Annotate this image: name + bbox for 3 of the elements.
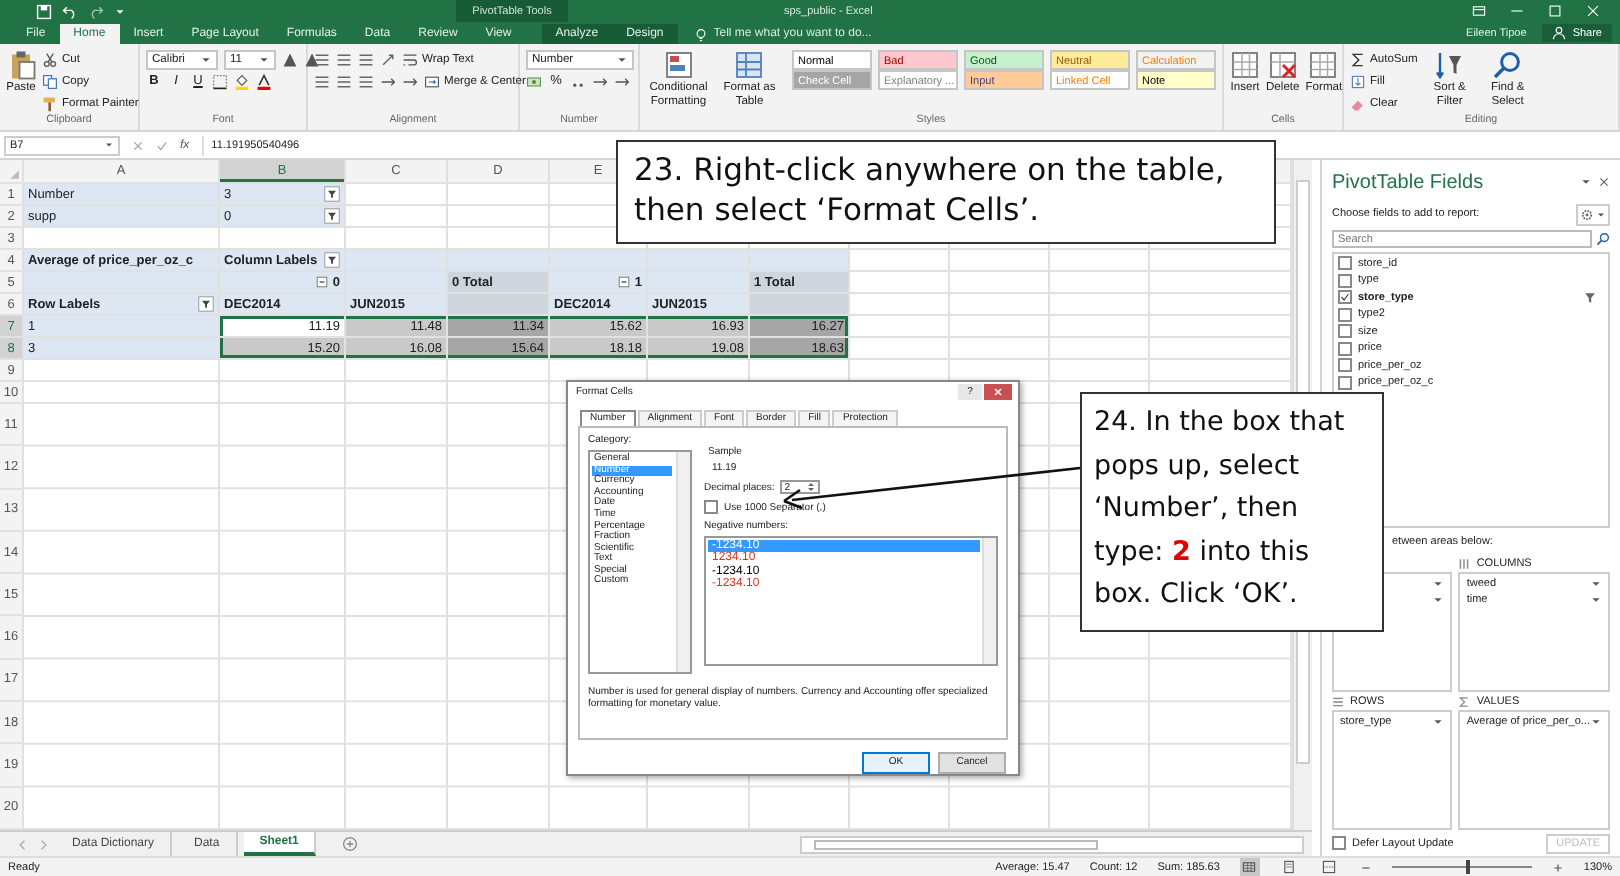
callout-tooltip: 23. Right-click anywhere on the table, then select ‘Format Cells’. (616, 140, 1276, 244)
pane-title: PivotTable Fields (1332, 171, 1486, 193)
callout-tooltip: 24. In the box that pops up, select ‘Number’, then type: 2 into this box. Click ‘OK’. (1080, 392, 1384, 632)
